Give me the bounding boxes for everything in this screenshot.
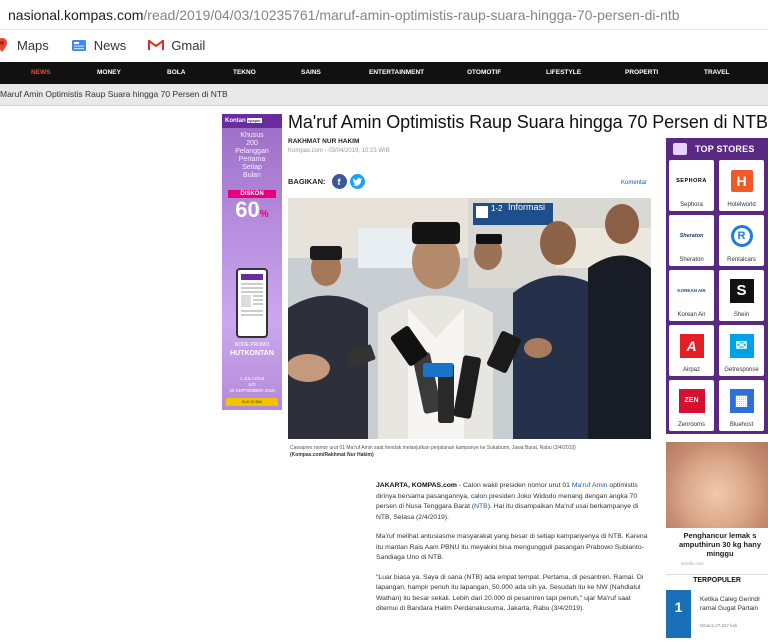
article-author[interactable]: RAKHMAT NUR HAKIM (288, 138, 359, 145)
terpopuler-item-title: Ketika Caleg Gerindr ramai Gugat Partain (700, 596, 761, 612)
store-airpaz[interactable]: A Airpaz (669, 325, 714, 376)
paragraph-3: "Luar biasa ya. Saya di sana (NTB) ada e… (376, 573, 644, 613)
store-shein[interactable]: S Shein (719, 270, 764, 321)
sephora-logo-icon: SEPHORA (676, 177, 707, 184)
airpaz-logo-icon: A (675, 331, 708, 360)
nav-lifestyle[interactable]: LIFESTYLE (546, 69, 581, 76)
ad-promo: KODE PROMO HUTKONTAN (230, 342, 274, 357)
bluehost-logo-icon: ▦ (725, 386, 758, 415)
nav-travel[interactable]: TRAVEL (704, 69, 730, 76)
article-photo: 1-2 Informasi (288, 198, 651, 439)
phone-icon (236, 268, 268, 338)
sponsored-source: ketofix.com (681, 561, 704, 566)
sticky-title: Maruf Amin Optimistis Raup Suara hingga … (0, 89, 228, 99)
store-bluehost[interactable]: ▦ Bluehost (719, 380, 764, 431)
share-label: BAGIKAN: (288, 177, 326, 186)
store-sheraton[interactable]: Sheraton Sheraton (669, 215, 714, 266)
paragraph-2: Ma'ruf melihat antusiasme masyarakat yan… (376, 533, 648, 561)
terpopuler-item[interactable]: 1 Ketika Caleg Gerindr ramai Gugat Partai… (666, 590, 768, 642)
ad-brand: Kontan epaper (222, 114, 282, 128)
read-count: Dibaca 27.527 kali (700, 623, 738, 628)
getresponse-logo-icon: ✉ (725, 331, 758, 360)
nav-entertainment[interactable]: ENTERTAINMENT (369, 69, 424, 76)
kontan-ad[interactable]: Kontan epaper Khusus 200 Pelanggan Pertama Se… (222, 114, 282, 410)
shein-logo-icon: S (725, 276, 758, 305)
svg-text:Informasi: Informasi (508, 202, 545, 212)
terpopuler-heading: TERPOPULER (666, 574, 768, 584)
top-stores-header: TOP STORES (669, 141, 765, 157)
article-body: JAKARTA, KOMPAS.com - Calon wakil presid… (376, 481, 650, 624)
facebook-icon[interactable]: f (331, 174, 347, 189)
article-date: Kompas.com - 03/04/2019, 10:23 WIB (288, 148, 390, 154)
nav-otomotif[interactable]: OTOMOTIF (467, 69, 501, 76)
ntb-link[interactable]: NTB (474, 503, 488, 510)
sticky-title-bar: Maruf Amin Optimistis Raup Suara hingga … (0, 84, 768, 106)
store-rentalcars[interactable]: R Rentalcars (719, 215, 764, 266)
maps-icon (0, 37, 10, 53)
nav-tekno[interactable]: TEKNO (233, 69, 256, 76)
sheraton-logo-icon: Sheraton (679, 232, 704, 239)
bookmark-label: News (93, 37, 127, 53)
comment-link[interactable]: Komentar (621, 180, 647, 186)
site-nav: NEWS MONEY BOLA TEKNO SAINS ENTERTAINMEN… (0, 62, 768, 84)
rank-badge: 1 (666, 590, 691, 638)
nav-properti[interactable]: PROPERTI (625, 69, 658, 76)
korean-air-logo-icon: KOREAN AIR (677, 288, 706, 293)
store-korean-air[interactable]: KOREAN AIR Korean Air (669, 270, 714, 321)
news-icon (71, 37, 87, 53)
address-bar[interactable]: nasional.kompas.com/read/2019/04/03/1023… (0, 0, 768, 30)
url-host: nasional.kompas.com (8, 6, 144, 23)
url-path: /read/2019/04/03/10235761/maruf-amin-opt… (143, 6, 680, 23)
photo-caption: Cawapres nomor urut 01 Ma'ruf Amin saat … (290, 445, 576, 458)
maruf-link[interactable]: Ma'ruf Amin (572, 482, 608, 489)
hotelworld-logo-icon: H (725, 166, 758, 195)
ad-dates: 1 JULI 2019 S/D 30 SEPTEMBER 2019 (229, 376, 275, 393)
article-title: Ma'ruf Amin Optimistis Raup Suara hingga… (288, 112, 768, 132)
nav-sains[interactable]: SAINS (301, 69, 321, 76)
store-zenrooms[interactable]: ZEN Zenrooms (669, 380, 714, 431)
nav-news[interactable]: NEWS (31, 69, 51, 76)
bookmark-label: Maps (17, 37, 49, 53)
rentalcars-logo-icon: R (725, 221, 758, 250)
photo-credit: (Kompas.com/Rakhmat Nur Hakim) (290, 451, 374, 458)
shopping-bag-icon (673, 143, 687, 155)
bookmark-label: Gmail (171, 37, 206, 53)
store-getresponse[interactable]: ✉ Getresponse (719, 325, 764, 376)
sponsored-title[interactable]: Penghancur lemak s amputhirun 30 kg hany… (668, 531, 768, 558)
share-bar: BAGIKAN: f (288, 174, 365, 189)
ad-footer: KLIK DI SINI (226, 398, 278, 406)
svg-text:1-2: 1-2 (491, 204, 503, 213)
paragraph-1: JAKARTA, KOMPAS.com - Calon wakil presid… (376, 482, 639, 521)
ad-offer-text: Khusus 200 Pelanggan Pertama Setiap Bulan (235, 132, 269, 179)
store-hotelworld[interactable]: H Hotelworld (719, 160, 764, 211)
nav-money[interactable]: MONEY (97, 69, 121, 76)
bookmark-gmail[interactable]: Gmail (148, 37, 205, 53)
bookmark-maps[interactable]: Maps (0, 37, 49, 53)
nav-bola[interactable]: BOLA (167, 69, 185, 76)
twitter-icon[interactable] (349, 174, 365, 189)
zenrooms-logo-icon: ZEN (675, 386, 708, 415)
store-sephora[interactable]: SEPHORA Sephora (669, 160, 714, 211)
sponsored-thumbnail[interactable] (666, 442, 768, 528)
ad-percent: 60% (235, 197, 269, 222)
gmail-icon (148, 37, 165, 53)
bookmark-news[interactable]: News (71, 37, 127, 53)
bookmarks-bar: Maps News Gmail (0, 30, 768, 60)
top-stores-widget: TOP STORES SEPHORA Sephora H Hotelworld Sh… (666, 138, 768, 434)
